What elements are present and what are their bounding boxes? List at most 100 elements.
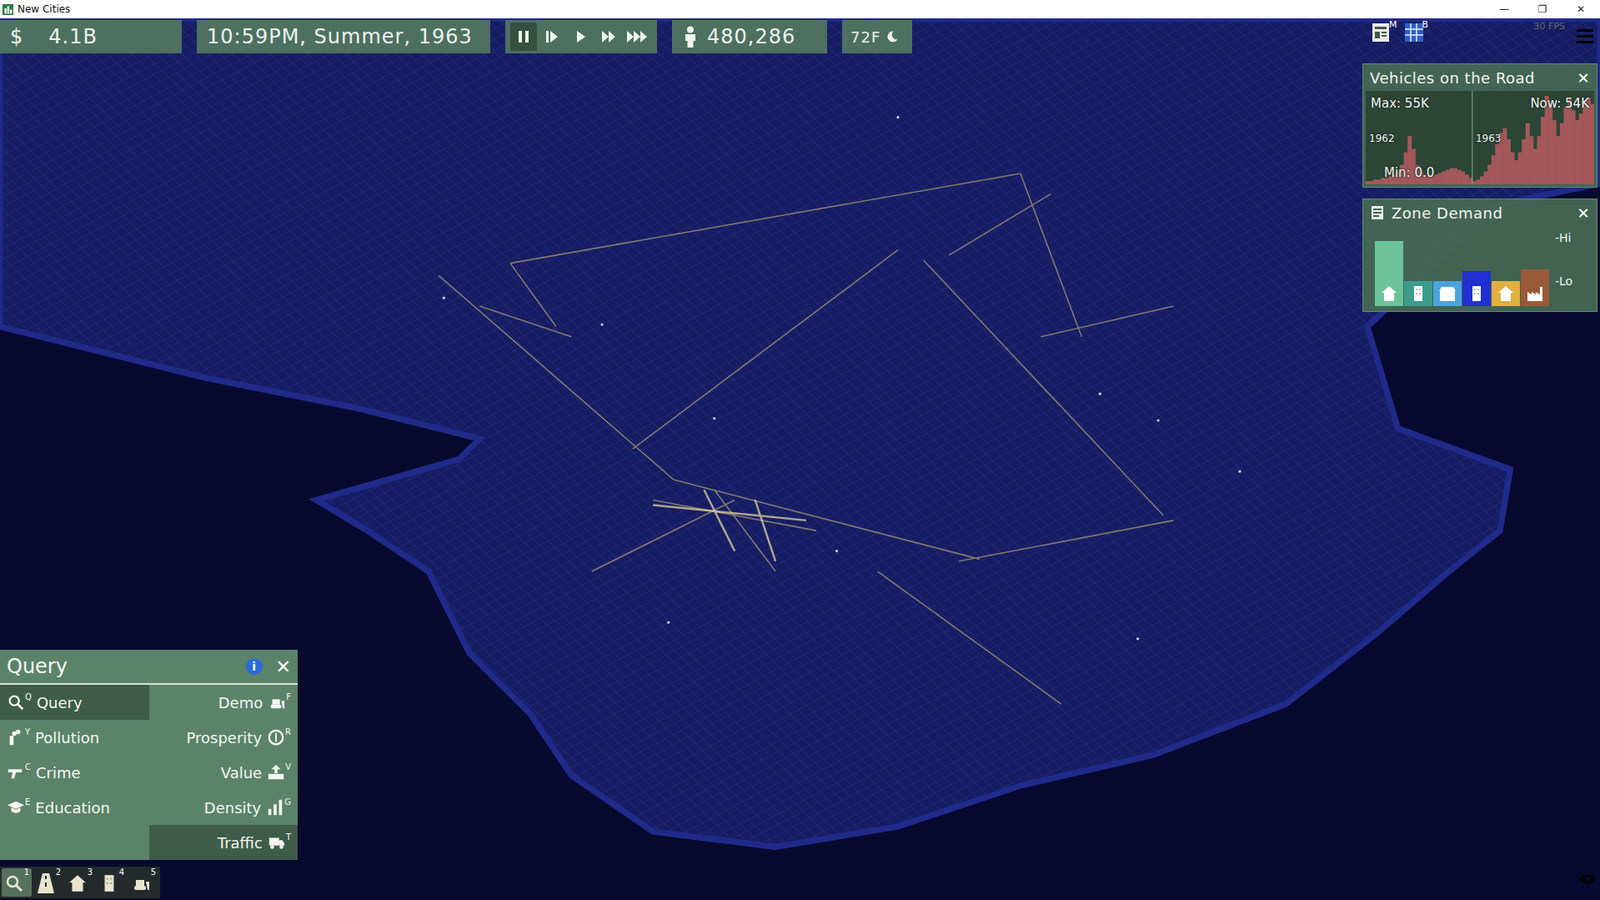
close-button[interactable]: ✕ xyxy=(1576,201,1590,225)
panel-title: Zone Demand xyxy=(1391,201,1503,225)
chart-bar xyxy=(1552,120,1557,185)
chart-bar xyxy=(1373,179,1378,185)
zone-tile xyxy=(1491,280,1520,306)
fast-button[interactable] xyxy=(595,22,622,51)
query-tool[interactable]: 1 xyxy=(1,867,32,897)
info-button[interactable]: i xyxy=(245,657,263,675)
tool-icon xyxy=(6,727,26,747)
chart-bar xyxy=(1438,173,1443,185)
tool-bar: 1 2 34 5 xyxy=(0,866,161,898)
query-tool[interactable]: Value V xyxy=(149,754,299,790)
eye-icon[interactable] xyxy=(1578,872,1597,885)
moon-icon xyxy=(885,30,899,44)
weather-panel: 72F xyxy=(842,20,913,54)
step-button[interactable] xyxy=(538,22,566,51)
speed-controls xyxy=(505,20,658,54)
chart-bar xyxy=(1559,123,1565,185)
building-icon xyxy=(99,867,120,895)
chart-bar xyxy=(1502,128,1507,185)
road-tool[interactable]: 2 xyxy=(33,867,64,897)
chart-bar xyxy=(1529,135,1534,185)
chart-bar xyxy=(1579,113,1584,185)
hotkey: G xyxy=(284,797,291,807)
tool-icon xyxy=(6,797,26,817)
play-icon xyxy=(571,28,589,46)
chart-bar xyxy=(1453,168,1458,185)
close-button[interactable]: ✕ xyxy=(1576,66,1590,90)
top-hud: $4.1B10:59PM, Summer, 1963480,28672F xyxy=(0,20,913,54)
building-tool[interactable]: 4 xyxy=(96,867,127,897)
zone-icon xyxy=(67,867,88,895)
tool-label: Traffic xyxy=(217,831,263,854)
apartment-icon xyxy=(1409,284,1428,303)
demand-column xyxy=(1374,229,1404,306)
hotkey: F xyxy=(285,692,291,702)
hamburger-icon[interactable] xyxy=(1574,26,1595,46)
panel-header: Queryi✕ xyxy=(0,649,298,685)
play-button[interactable] xyxy=(566,22,594,51)
tool-icon-group: T xyxy=(267,832,291,852)
chart-bar xyxy=(1441,171,1446,185)
bulldoze-tool[interactable]: 5 xyxy=(128,867,159,897)
tool-label: Demo xyxy=(218,691,263,714)
query-icon xyxy=(4,867,25,895)
road-icon xyxy=(35,867,56,895)
hotkey: Y xyxy=(25,727,31,737)
hotkey: E xyxy=(25,797,31,807)
max-reading: Max: 55K xyxy=(1370,94,1430,114)
query-tool[interactable]: Demo F xyxy=(149,684,299,720)
chart-bar xyxy=(1533,149,1538,185)
chart-bar xyxy=(1445,170,1450,185)
chart-bar xyxy=(1589,104,1595,185)
hotkey: C xyxy=(25,762,31,772)
tool-icon xyxy=(6,692,26,712)
demand-track xyxy=(1520,229,1550,281)
tool-icon-group: Y xyxy=(6,727,31,747)
tool-icon-group: E xyxy=(6,797,31,817)
game-view[interactable]: $4.1B10:59PM, Summer, 1963480,28672F MB … xyxy=(0,18,1600,900)
demand-body: -Hi-Lo xyxy=(1363,225,1597,311)
close-button[interactable]: ✕ xyxy=(275,652,291,681)
hotkey: 3 xyxy=(87,867,93,877)
year-label: 1963 xyxy=(1475,130,1502,146)
chart-bar xyxy=(1369,180,1375,185)
query-tool[interactable]: TrafficT xyxy=(149,824,299,860)
query-tool[interactable]: DensityG xyxy=(149,789,299,825)
demand-fill xyxy=(1462,270,1491,281)
hotkey: R xyxy=(285,727,291,737)
chart-bar xyxy=(1494,144,1500,185)
minimize-button[interactable]: — xyxy=(1484,0,1524,19)
fastest-icon xyxy=(625,28,649,46)
query-tool[interactable]: QQuery xyxy=(0,684,150,720)
hotkey: V xyxy=(285,762,291,772)
year-divider xyxy=(1471,90,1473,185)
chart-bar xyxy=(1472,180,1477,185)
eye-button[interactable] xyxy=(1578,867,1597,888)
newspaper-button[interactable]: M xyxy=(1370,20,1398,44)
zone-demand-panel: Zone Demand ✕-Hi-Lo xyxy=(1362,198,1598,312)
top-buttons: MB xyxy=(1370,20,1429,44)
pause-button[interactable] xyxy=(510,22,537,51)
query-tool[interactable]: ProsperityR xyxy=(149,719,299,755)
chart-bar xyxy=(1491,155,1496,185)
demand-column xyxy=(1404,229,1433,306)
chart-bar xyxy=(1506,139,1511,185)
zone-tool[interactable]: 3 xyxy=(65,867,96,897)
close-button[interactable]: ✕ xyxy=(1561,0,1600,19)
hotkey: 5 xyxy=(150,867,156,877)
menu-button[interactable] xyxy=(1574,25,1595,46)
grid-button[interactable]: B xyxy=(1403,20,1429,44)
tool-label: Crime xyxy=(35,761,81,784)
query-tool[interactable]: YPollution xyxy=(0,719,150,755)
restore-button[interactable]: ❐ xyxy=(1523,0,1562,19)
chart-bar xyxy=(1540,116,1545,185)
tool-label: Value xyxy=(220,761,262,784)
fastest-button[interactable] xyxy=(623,22,651,51)
temperature: 72F xyxy=(850,25,881,49)
query-tool[interactable]: C Crime xyxy=(0,754,150,790)
money-value: 4.1B xyxy=(48,21,98,52)
app-window: New Cities—❐✕ xyxy=(0,0,1600,900)
demand-track xyxy=(1462,229,1491,281)
hotkey: 2 xyxy=(55,867,61,877)
query-tool[interactable]: EEducation xyxy=(0,789,150,825)
